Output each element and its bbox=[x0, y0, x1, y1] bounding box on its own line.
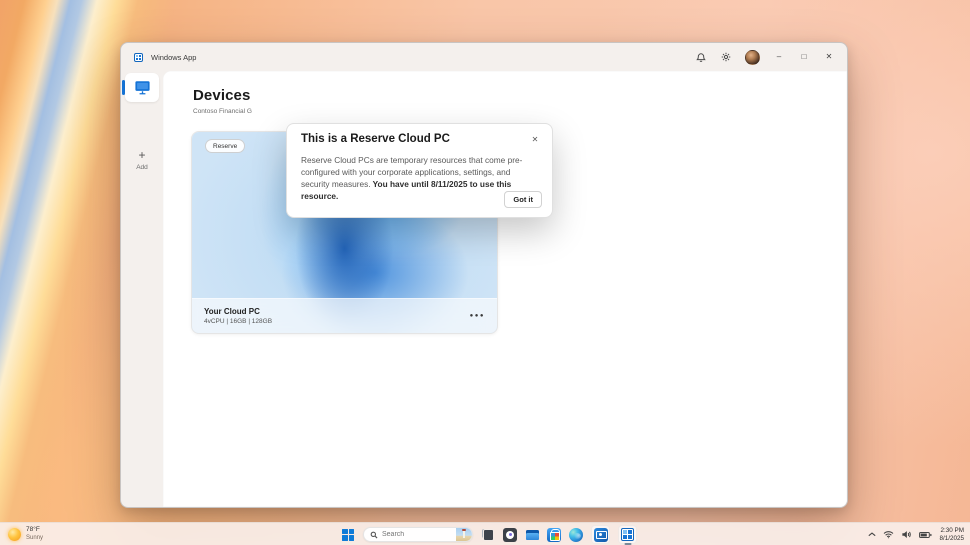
plus-icon: + bbox=[121, 149, 163, 161]
edge-browser-icon[interactable] bbox=[569, 528, 583, 542]
volume-icon[interactable] bbox=[901, 530, 912, 539]
settings-gear-icon[interactable] bbox=[720, 51, 732, 63]
weather-temperature: 78°F bbox=[26, 526, 43, 534]
windows-app-window: Windows App – □ ✕ bbox=[120, 42, 848, 508]
weather-widget[interactable]: 78°F Sunny bbox=[8, 526, 43, 542]
clock-time: 2:30 PM bbox=[939, 527, 964, 535]
window-title: Windows App bbox=[151, 53, 196, 62]
devices-monitor-icon bbox=[134, 80, 151, 95]
start-button[interactable] bbox=[341, 528, 355, 542]
task-view-icon[interactable] bbox=[481, 528, 495, 542]
file-explorer-icon[interactable] bbox=[525, 528, 539, 542]
open-app-indicator bbox=[624, 543, 631, 545]
titlebar[interactable]: Windows App – □ ✕ bbox=[121, 43, 847, 71]
dialog-close-icon[interactable]: ✕ bbox=[529, 133, 541, 145]
maximize-button[interactable]: □ bbox=[798, 51, 810, 63]
weather-condition: Sunny bbox=[26, 534, 43, 542]
sunny-weather-icon bbox=[8, 528, 21, 541]
search-input[interactable] bbox=[378, 531, 456, 538]
cloud-pc-specs: 4vCPU | 16GB | 128GB bbox=[204, 318, 272, 325]
windows-start-icon bbox=[342, 529, 354, 541]
got-it-button[interactable]: Got it bbox=[504, 191, 542, 209]
add-device-button[interactable]: + Add bbox=[121, 149, 163, 171]
cloud-pc-card-footer: Your Cloud PC 4vCPU | 16GB | 128GB ●●● bbox=[192, 298, 497, 333]
cloud-pc-name: Your Cloud PC bbox=[204, 307, 272, 316]
desktop-wallpaper: Windows App – □ ✕ bbox=[0, 0, 970, 545]
minimize-button[interactable]: – bbox=[773, 51, 785, 63]
user-avatar[interactable] bbox=[745, 50, 760, 65]
tray-chevron-up-icon[interactable] bbox=[868, 532, 876, 537]
chat-icon[interactable] bbox=[503, 528, 517, 542]
search-highlight-image[interactable] bbox=[456, 527, 472, 542]
reserve-cloud-pc-dialog: This is a Reserve Cloud PC ✕ Reserve Clo… bbox=[286, 123, 553, 218]
dialog-title: This is a Reserve Cloud PC bbox=[301, 133, 450, 145]
content-area: Devices Contoso Financial G Reserve Your… bbox=[163, 71, 847, 507]
taskbar-search-box[interactable] bbox=[363, 527, 473, 542]
notification-bell-icon[interactable] bbox=[695, 51, 707, 63]
page-title: Devices bbox=[193, 87, 250, 104]
windows-app-logo-icon bbox=[134, 53, 143, 62]
search-icon bbox=[370, 531, 378, 539]
close-button[interactable]: ✕ bbox=[823, 51, 835, 63]
dialog-body: Reserve Cloud PCs are temporary resource… bbox=[301, 154, 529, 202]
sidebar: + Add bbox=[121, 71, 163, 507]
taskbar-clock[interactable]: 2:30 PM 8/1/2025 bbox=[939, 527, 964, 542]
windows-app-taskbar-icon[interactable] bbox=[618, 525, 637, 544]
taskbar: 78°F Sunny bbox=[0, 522, 970, 545]
wifi-icon[interactable] bbox=[883, 530, 894, 539]
page-subtitle: Contoso Financial G bbox=[193, 108, 252, 115]
card-more-options-icon[interactable]: ●●● bbox=[470, 313, 485, 319]
battery-icon[interactable] bbox=[919, 531, 932, 539]
windows-365-icon[interactable] bbox=[591, 525, 610, 544]
microsoft-store-icon[interactable] bbox=[547, 528, 561, 542]
sidebar-item-devices[interactable] bbox=[125, 73, 159, 102]
clock-date: 8/1/2025 bbox=[939, 535, 964, 543]
reserve-badge: Reserve bbox=[205, 139, 245, 153]
